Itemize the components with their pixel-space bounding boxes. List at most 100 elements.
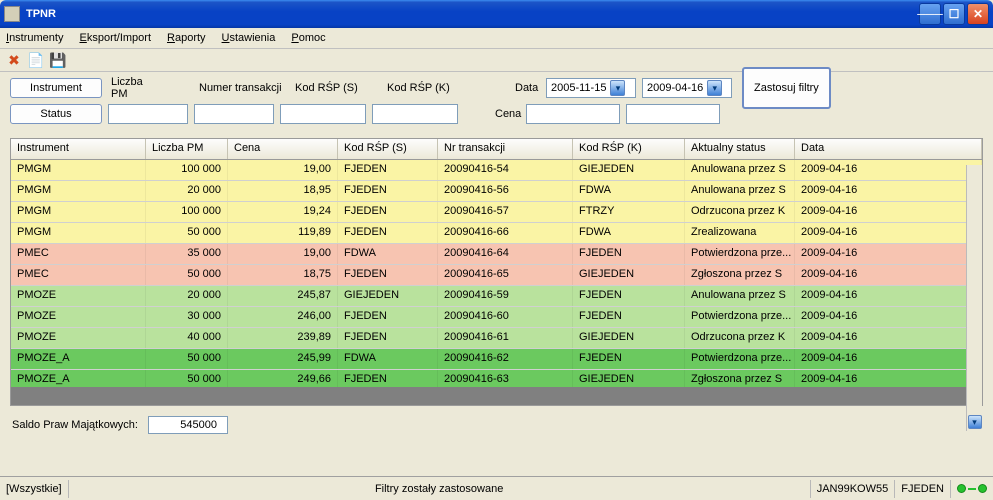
- table-row[interactable]: PMGM50 000119,89FJEDEN20090416-66FDWAZre…: [11, 223, 982, 244]
- cell: GIEJEDEN: [573, 370, 685, 387]
- col-nr-transakcji[interactable]: Nr transakcji: [438, 139, 573, 159]
- col-data[interactable]: Data: [795, 139, 982, 159]
- table-row[interactable]: PMGM20 00018,95FJEDEN20090416-56FDWAAnul…: [11, 181, 982, 202]
- cell: FJEDEN: [573, 349, 685, 369]
- delete-icon[interactable]: ✖: [6, 52, 22, 68]
- vertical-scrollbar[interactable]: ▾: [966, 165, 982, 431]
- cell: 2009-04-16: [795, 307, 982, 327]
- menu-ustawienia[interactable]: Ustawienia: [222, 32, 276, 44]
- table-row[interactable]: PMEC50 00018,75FJEDEN20090416-65GIEJEDEN…: [11, 265, 982, 286]
- scroll-down-icon[interactable]: ▾: [968, 415, 982, 429]
- cell: FDWA: [573, 181, 685, 201]
- cell: PMGM: [11, 160, 146, 180]
- cell: Potwierdzona prze...: [685, 349, 795, 369]
- cell: Odrzucona przez K: [685, 328, 795, 348]
- col-kod-rsp-k[interactable]: Kod RŚP (K): [573, 139, 685, 159]
- table-row[interactable]: PMOZE_A50 000245,99FDWA20090416-62FJEDEN…: [11, 349, 982, 370]
- maximize-button[interactable]: ☐: [943, 3, 965, 25]
- led-icon: [957, 484, 966, 493]
- cell: PMOZE: [11, 286, 146, 306]
- cell: FDWA: [338, 349, 438, 369]
- apply-filters-button[interactable]: Zastosuj filtry: [742, 67, 831, 109]
- cell: 2009-04-16: [795, 160, 982, 180]
- table-row[interactable]: PMOZE40 000239,89FJEDEN20090416-61GIEJED…: [11, 328, 982, 349]
- cell: 100 000: [146, 202, 228, 222]
- col-liczba-pm[interactable]: Liczba PM: [146, 139, 228, 159]
- cell: 18,95: [228, 181, 338, 201]
- cell: 20090416-57: [438, 202, 573, 222]
- cell: FJEDEN: [338, 223, 438, 243]
- cell: PMGM: [11, 181, 146, 201]
- status-message: Filtry zostały zastosowane: [75, 483, 804, 495]
- status-user: JAN99KOW55: [817, 483, 889, 495]
- date-from-value: 2005-11-15: [551, 82, 606, 94]
- status-filter-button[interactable]: Status: [10, 104, 102, 124]
- table-row[interactable]: PMOZE20 000245,87GIEJEDEN20090416-59FJED…: [11, 286, 982, 307]
- balance-label: Saldo Praw Majątkowych:: [12, 419, 138, 431]
- cell: PMOZE_A: [11, 370, 146, 387]
- cell: 2009-04-16: [795, 328, 982, 348]
- col-kod-rsp-s[interactable]: Kod RŚP (S): [338, 139, 438, 159]
- save-icon[interactable]: 💾: [50, 52, 66, 68]
- table-row[interactable]: PMGM100 00019,24FJEDEN20090416-57FTRZYOd…: [11, 202, 982, 223]
- led-icon: [978, 484, 987, 493]
- col-cena[interactable]: Cena: [228, 139, 338, 159]
- kod-rsp-k-input[interactable]: [372, 104, 458, 124]
- close-button[interactable]: ✕: [967, 3, 989, 25]
- balance-row: Saldo Praw Majątkowych: 545000: [0, 410, 993, 440]
- cell: 50 000: [146, 265, 228, 285]
- cell: GIEJEDEN: [573, 328, 685, 348]
- minimize-button[interactable]: ───: [919, 3, 941, 25]
- cell: 18,75: [228, 265, 338, 285]
- grid-footer-bar: [11, 387, 982, 405]
- cell: FJEDEN: [338, 328, 438, 348]
- table-row[interactable]: PMGM100 00019,00FJEDEN20090416-54GIEJEDE…: [11, 160, 982, 181]
- col-status[interactable]: Aktualny status: [685, 139, 795, 159]
- connection-indicator: [957, 484, 987, 493]
- menu-instrumenty[interactable]: IInstrumentynstrumenty: [6, 32, 63, 44]
- cell: 20 000: [146, 181, 228, 201]
- table-row[interactable]: PMOZE30 000246,00FJEDEN20090416-60FJEDEN…: [11, 307, 982, 328]
- cell: Zgłoszona przez S: [685, 265, 795, 285]
- grid-body[interactable]: PMGM100 00019,00FJEDEN20090416-54GIEJEDE…: [11, 160, 982, 387]
- liczba-pm-input[interactable]: [108, 104, 188, 124]
- menu-eksport[interactable]: Eksport/Import: [79, 32, 151, 44]
- chevron-down-icon[interactable]: ▾: [707, 80, 722, 96]
- date-from-select[interactable]: 2005-11-15 ▾: [546, 78, 636, 98]
- cell: 19,00: [228, 244, 338, 264]
- menu-pomoc[interactable]: Pomoc: [291, 32, 325, 44]
- new-icon[interactable]: 📄: [28, 52, 44, 68]
- cena-to-input[interactable]: [626, 104, 720, 124]
- cell: FTRZY: [573, 202, 685, 222]
- cell: 2009-04-16: [795, 181, 982, 201]
- chevron-down-icon[interactable]: ▾: [610, 80, 625, 96]
- cell: 249,66: [228, 370, 338, 387]
- cell: 2009-04-16: [795, 244, 982, 264]
- cell: 20090416-54: [438, 160, 573, 180]
- table-row[interactable]: PMEC35 00019,00FDWA20090416-64FJEDENPotw…: [11, 244, 982, 265]
- balance-value: 545000: [148, 416, 228, 434]
- cell: 239,89: [228, 328, 338, 348]
- numer-transakcji-input[interactable]: [194, 104, 274, 124]
- menu-raporty[interactable]: Raporty: [167, 32, 206, 44]
- toolbar: ✖ 📄 💾: [0, 49, 993, 72]
- cell: 50 000: [146, 370, 228, 387]
- cell: 30 000: [146, 307, 228, 327]
- instrument-filter-button[interactable]: Instrument: [10, 78, 102, 98]
- cell: PMOZE_A: [11, 349, 146, 369]
- cell: 20090416-61: [438, 328, 573, 348]
- kod-rsp-s-input[interactable]: [280, 104, 366, 124]
- col-instrument[interactable]: Instrument: [11, 139, 146, 159]
- cell: 246,00: [228, 307, 338, 327]
- cell: 2009-04-16: [795, 202, 982, 222]
- kod-rsp-s-label: Kod RŚP (S): [292, 82, 362, 94]
- cell: PMEC: [11, 244, 146, 264]
- cell: Zrealizowana: [685, 223, 795, 243]
- data-label: Data: [512, 82, 540, 94]
- cell: 20090416-66: [438, 223, 573, 243]
- date-to-select[interactable]: 2009-04-16 ▾: [642, 78, 732, 98]
- table-row[interactable]: PMOZE_A50 000249,66FJEDEN20090416-63GIEJ…: [11, 370, 982, 387]
- menubar: IInstrumentynstrumenty Eksport/Import Ra…: [0, 28, 993, 49]
- cell: 2009-04-16: [795, 223, 982, 243]
- cena-from-input[interactable]: [526, 104, 620, 124]
